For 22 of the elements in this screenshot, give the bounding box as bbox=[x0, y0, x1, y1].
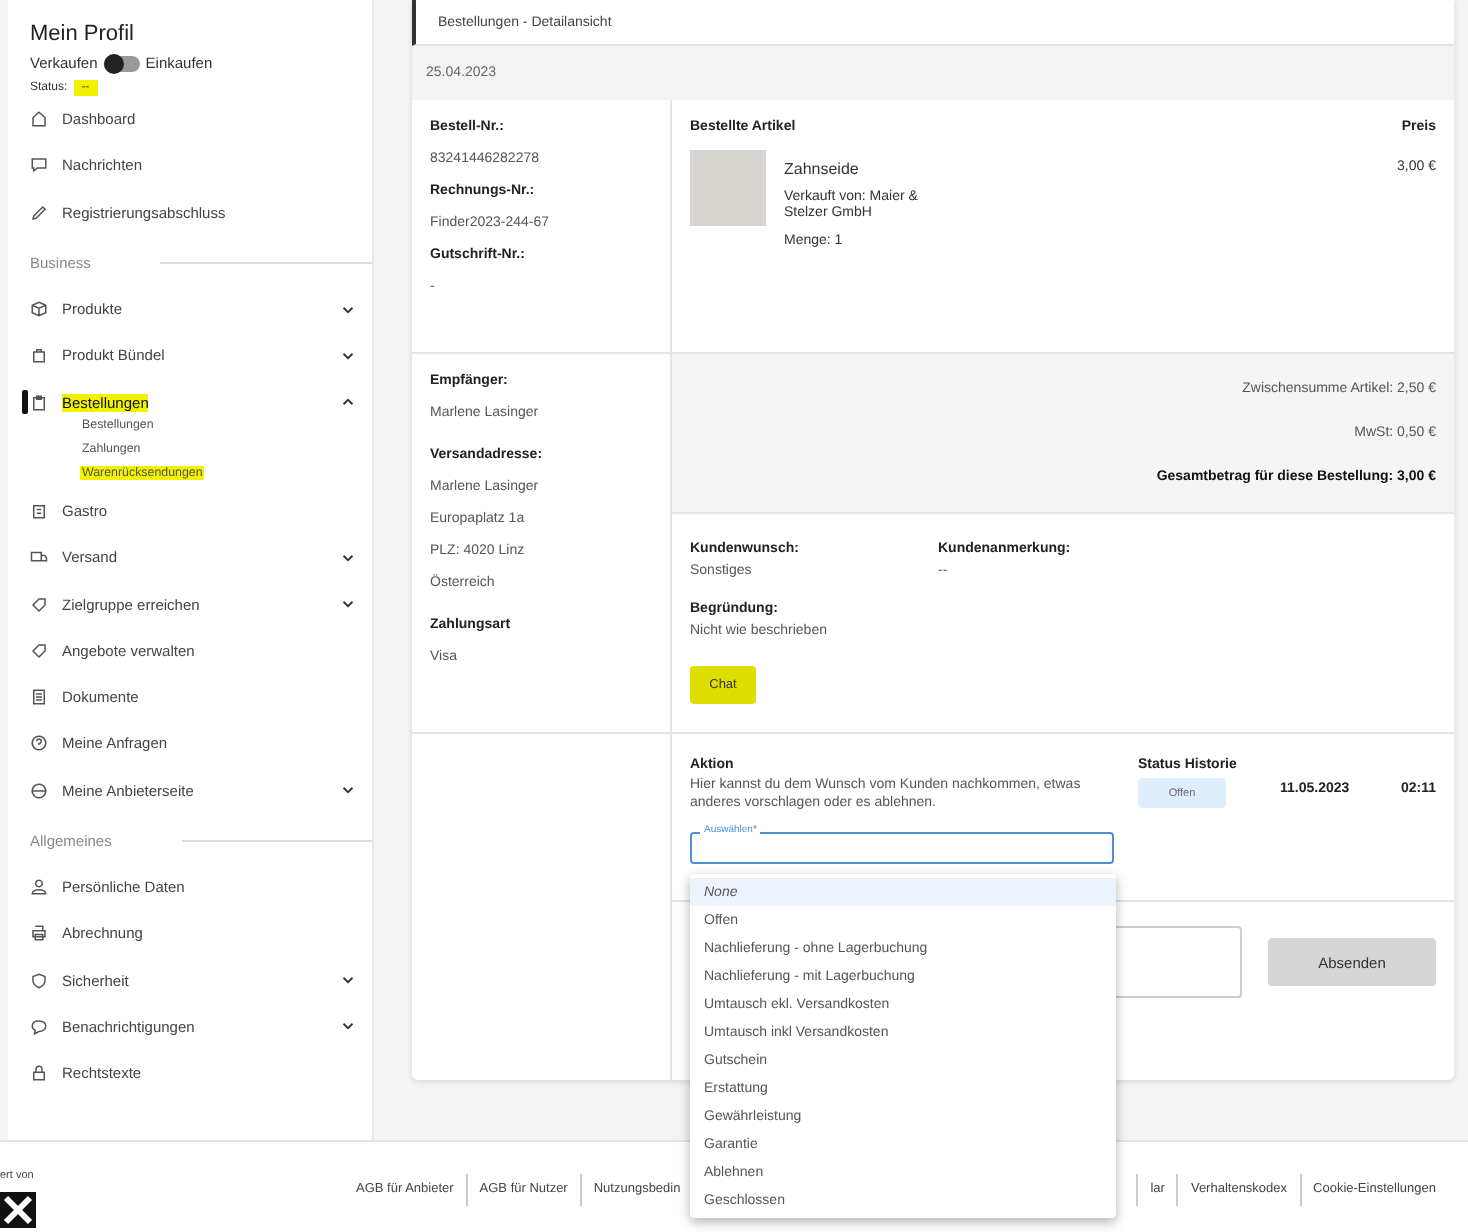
lock-icon bbox=[30, 1064, 48, 1083]
tag-icon bbox=[30, 641, 48, 660]
home-icon bbox=[30, 110, 48, 129]
tag-icon bbox=[30, 595, 48, 614]
truck-icon bbox=[30, 548, 48, 567]
clipboard-icon bbox=[30, 501, 48, 520]
user-icon bbox=[30, 878, 48, 896]
profile-title: Mein Profil bbox=[30, 22, 136, 46]
chat-icon bbox=[30, 156, 48, 175]
toggle-switch[interactable] bbox=[103, 55, 140, 71]
speech-bubble-icon bbox=[30, 1017, 48, 1036]
photo-placeholder bbox=[690, 150, 766, 226]
box-icon bbox=[30, 300, 48, 319]
help-icon bbox=[30, 734, 48, 753]
bag-icon bbox=[30, 346, 48, 365]
clipboard-icon bbox=[30, 393, 48, 412]
printer-icon bbox=[30, 924, 48, 943]
globe-icon bbox=[30, 781, 48, 800]
document-icon bbox=[30, 688, 48, 707]
pencil-icon bbox=[30, 203, 48, 222]
product-name: Zahnseide bbox=[784, 160, 861, 178]
shield-icon bbox=[30, 971, 48, 990]
